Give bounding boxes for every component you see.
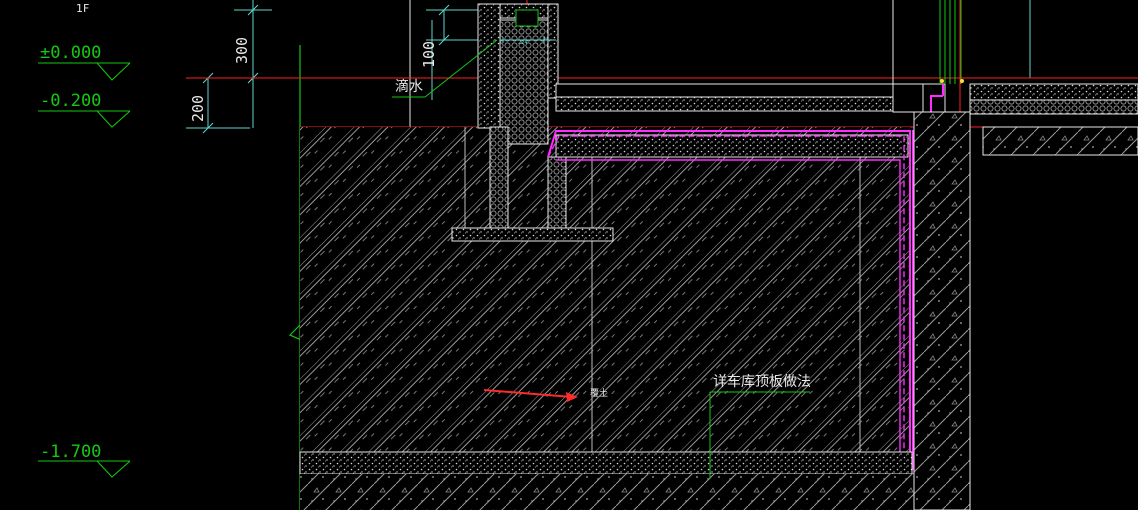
floor-label: 1F	[76, 2, 89, 15]
fill-soil-label: 覆土	[590, 387, 608, 399]
wall-footing	[451, 227, 614, 242]
foundation-concrete	[300, 474, 960, 510]
small-dimension-label: 224	[518, 40, 528, 46]
bottom-slab	[299, 451, 913, 475]
dimension-label-200: 200	[189, 95, 207, 122]
level-label-1: -0.200	[40, 91, 101, 111]
garage-box-interior	[591, 156, 861, 453]
level-marker-1: -0.200	[38, 91, 131, 128]
level-marker-0: ±0.000	[38, 43, 131, 81]
dimension-lines	[186, 0, 1031, 134]
cad-section-drawing: 1F ±0.000 -0.200 -1.700 300 200 100 224 …	[38, 0, 1138, 510]
dimension-label-100: 100	[420, 41, 438, 68]
vertical-pipes	[939, 0, 962, 84]
drip-note-label: 滴水	[395, 78, 423, 95]
level-marker-2: -1.700	[38, 442, 131, 478]
garage-roof-note: 详车库顶板做法	[713, 373, 811, 390]
level-label-0: ±0.000	[40, 43, 101, 63]
garage-roof-slab	[555, 134, 909, 158]
level-label-2: -1.700	[40, 442, 101, 462]
dimension-label-300: 300	[233, 37, 251, 64]
retaining-wall	[913, 111, 971, 510]
